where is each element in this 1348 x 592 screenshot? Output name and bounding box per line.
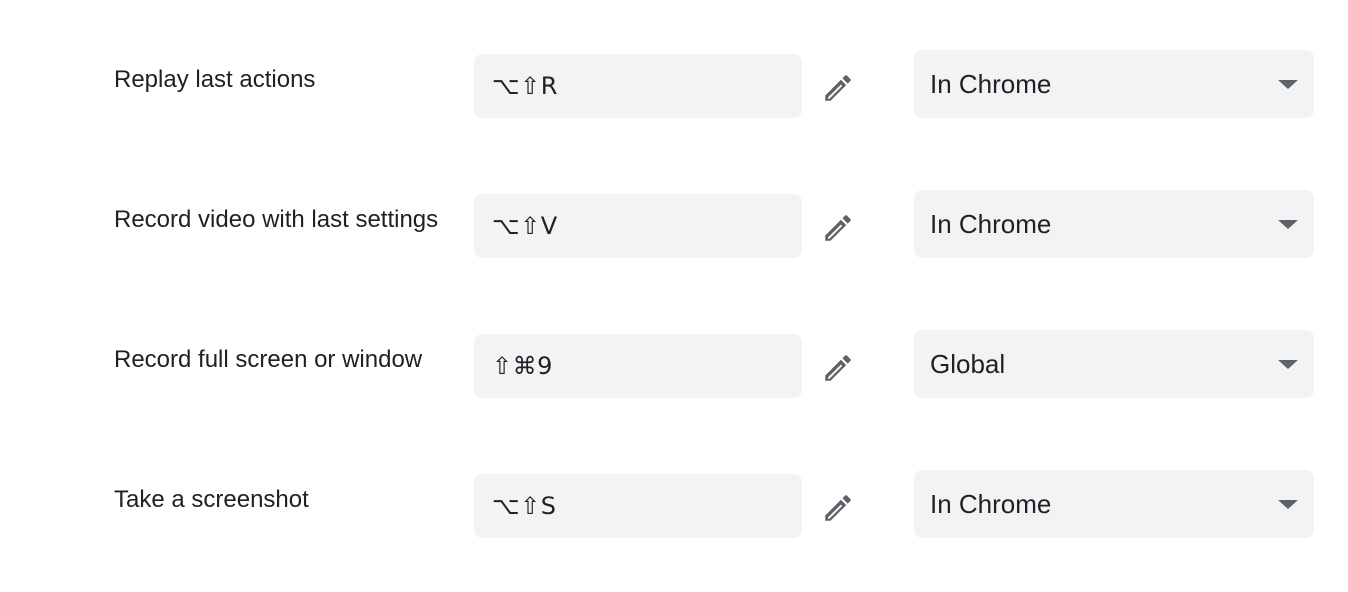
shortcut-scope-value: In Chrome (930, 208, 1052, 239)
shortcut-label: Take a screenshot (114, 486, 309, 513)
shortcut-scope-value: In Chrome (930, 488, 1052, 519)
shortcut-row-take-screenshot: Take a screenshot ⌥⇧S In Chrome (0, 470, 1348, 538)
edit-shortcut-button[interactable] (818, 488, 858, 528)
shortcut-label: Replay last actions (114, 66, 316, 93)
caret-down-icon (1278, 80, 1298, 89)
shortcut-row-replay-last-actions: Replay last actions ⌥⇧R In Chrome (0, 50, 1348, 118)
shortcut-row-record-video: Record video with last settings ⌥⇧V In C… (0, 190, 1348, 258)
shortcut-keys-field[interactable]: ⌥⇧V (474, 194, 802, 258)
shortcut-scope-value: In Chrome (930, 68, 1052, 99)
shortcut-keys-value: ⇧⌘9 (492, 352, 553, 380)
edit-shortcut-button[interactable] (818, 348, 858, 388)
shortcut-keys-field[interactable]: ⌥⇧R (474, 54, 802, 118)
pencil-icon (825, 495, 851, 521)
caret-down-icon (1278, 220, 1298, 229)
shortcut-scope-select[interactable]: In Chrome (914, 470, 1314, 538)
shortcut-label: Record video with last settings (114, 206, 439, 233)
caret-down-icon (1278, 500, 1298, 509)
shortcut-keys-field[interactable]: ⇧⌘9 (474, 334, 802, 398)
caret-down-icon (1278, 360, 1298, 369)
shortcut-settings: Replay last actions ⌥⇧R In Chrome Record… (0, 0, 1348, 592)
shortcut-keys-value: ⌥⇧S (492, 492, 557, 520)
shortcut-keys-value: ⌥⇧V (492, 212, 558, 240)
shortcut-scope-value: Global (930, 348, 1006, 379)
shortcut-row-record-full-screen: Record full screen or window ⇧⌘9 Global (0, 330, 1348, 398)
pencil-icon (825, 75, 851, 101)
shortcut-scope-select[interactable]: Global (914, 330, 1314, 398)
shortcut-keys-field[interactable]: ⌥⇧S (474, 474, 802, 538)
pencil-icon (825, 355, 851, 381)
shortcut-scope-select[interactable]: In Chrome (914, 190, 1314, 258)
pencil-icon (825, 215, 851, 241)
edit-shortcut-button[interactable] (818, 68, 858, 108)
shortcut-label: Record full screen or window (114, 346, 423, 373)
shortcut-keys-value: ⌥⇧R (492, 72, 558, 100)
edit-shortcut-button[interactable] (818, 208, 858, 248)
shortcut-scope-select[interactable]: In Chrome (914, 50, 1314, 118)
